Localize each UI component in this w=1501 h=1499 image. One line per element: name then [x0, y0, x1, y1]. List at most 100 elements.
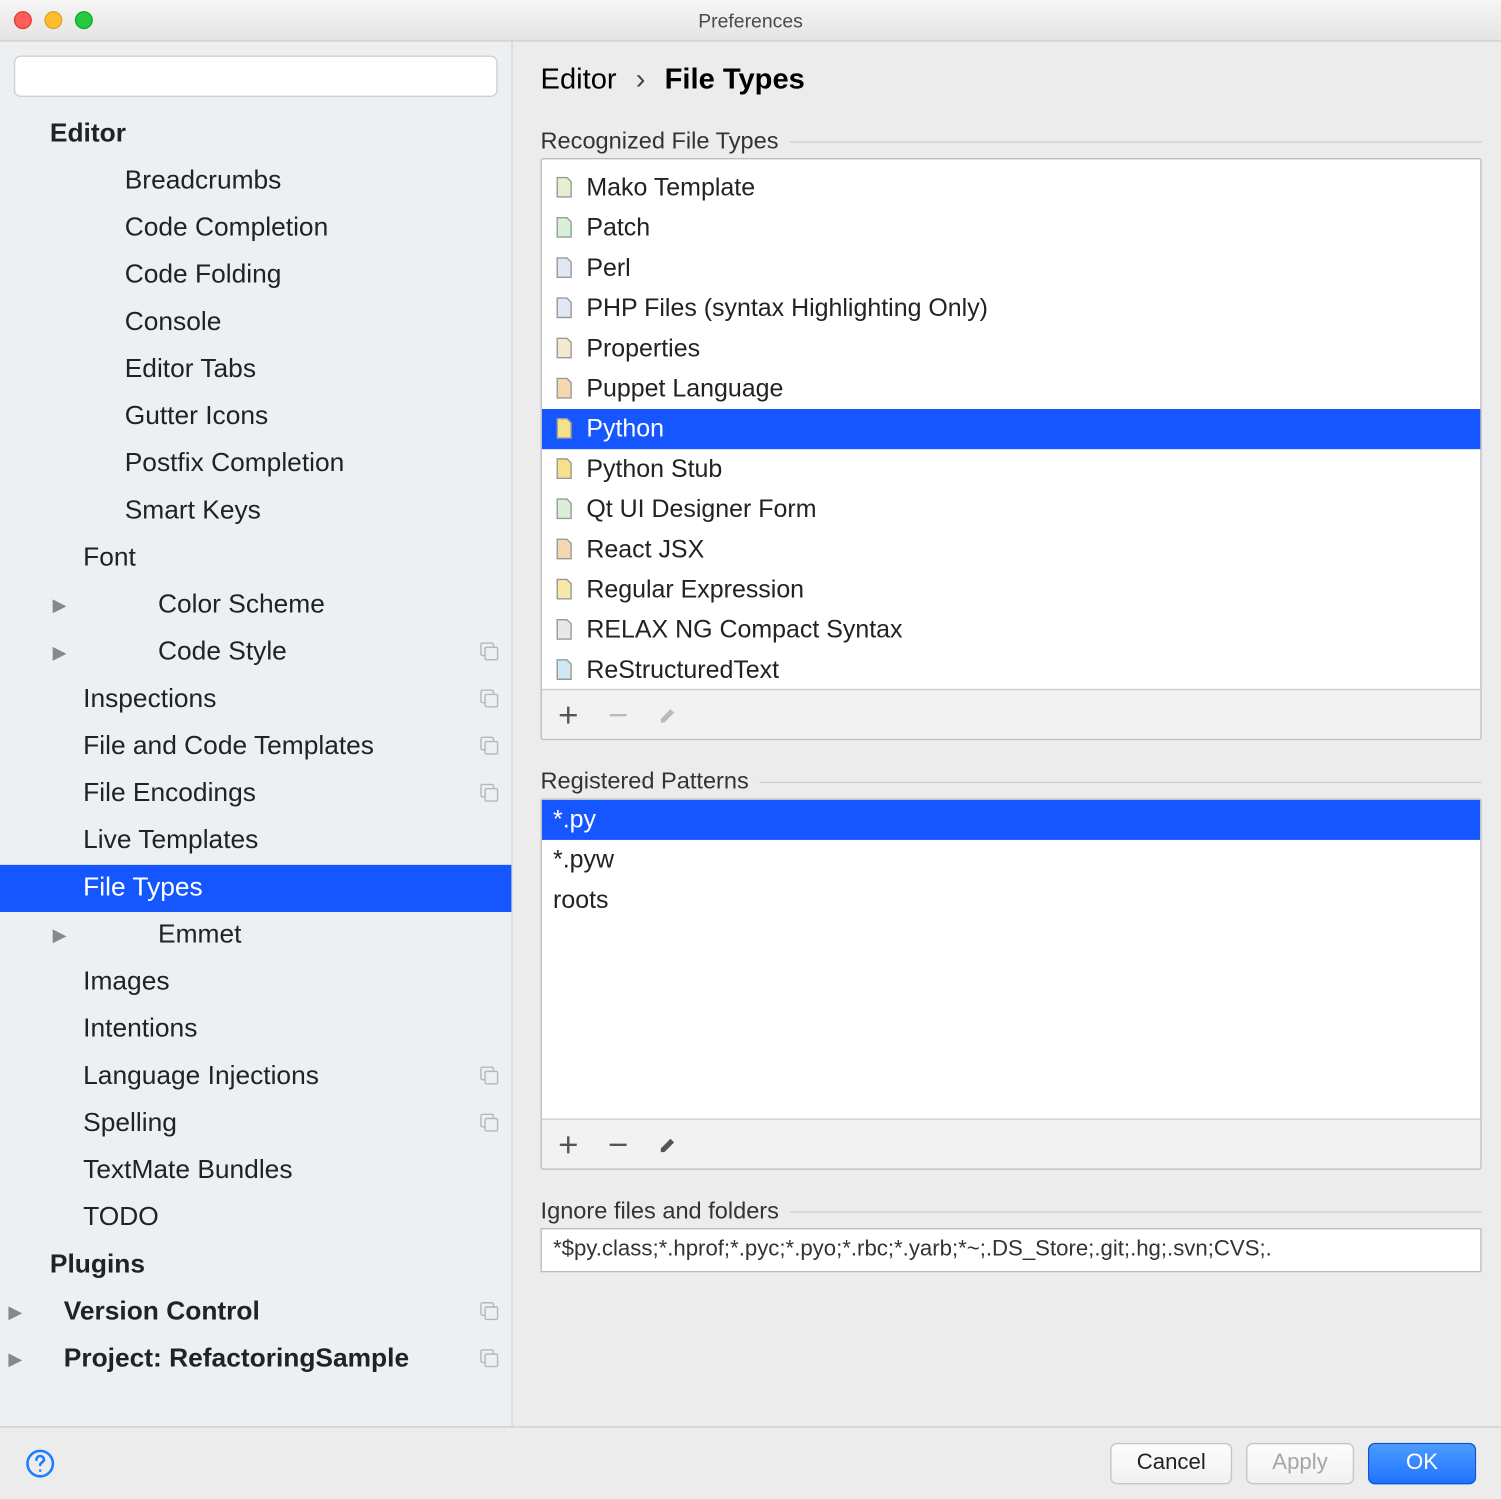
sidebar-item-label: Code Style [158, 638, 478, 668]
file-type-item[interactable]: Qt UI Designer Form [542, 489, 1480, 529]
ok-button[interactable]: OK [1368, 1442, 1476, 1484]
remove-pattern-button[interactable] [606, 1132, 631, 1157]
sidebar-item-plugins[interactable]: Plugins [0, 1242, 511, 1289]
file-type-label: PHP Files (syntax Highlighting Only) [586, 294, 988, 323]
file-type-item[interactable]: PHP Files (syntax Highlighting Only) [542, 288, 1480, 328]
sidebar-item-label: Inspections [83, 685, 478, 715]
sidebar-item-code-folding[interactable]: Code Folding [0, 252, 511, 299]
file-type-icon [553, 497, 578, 522]
sidebar-item-editor-tabs[interactable]: Editor Tabs [0, 347, 511, 394]
pattern-item[interactable]: *.py [542, 800, 1480, 840]
file-type-item[interactable]: Python [542, 409, 1480, 449]
sidebar-item-gutter-icons[interactable]: Gutter Icons [0, 394, 511, 441]
help-button[interactable] [25, 1448, 55, 1478]
file-type-label: Qt UI Designer Form [586, 495, 816, 524]
file-type-icon [553, 416, 578, 441]
sidebar-item-label: Version Control [64, 1297, 478, 1327]
breadcrumb: Editor › File Types [541, 64, 1482, 97]
sidebar-item-live-templates[interactable]: Live Templates [0, 818, 511, 865]
ignore-files-header: Ignore files and folders [541, 1198, 1482, 1226]
ignore-files-label: Ignore files and folders [541, 1198, 779, 1226]
file-type-item[interactable]: Mako Template [542, 168, 1480, 208]
expand-arrow-icon[interactable]: ▶ [44, 595, 74, 617]
sidebar-item-label: Editor [50, 119, 503, 149]
file-type-item[interactable]: Python Stub [542, 449, 1480, 489]
registered-patterns-list[interactable]: *.py*.pywroots [541, 798, 1482, 1169]
sidebar-item-spelling[interactable]: Spelling [0, 1100, 511, 1147]
file-type-label: Mako Template [586, 173, 755, 202]
edit-file-type-button[interactable] [656, 702, 681, 727]
registered-patterns-header: Registered Patterns [541, 768, 1482, 796]
expand-arrow-icon[interactable]: ▶ [44, 924, 74, 946]
expand-arrow-icon[interactable]: ▶ [44, 642, 74, 664]
file-type-icon [553, 256, 578, 281]
recognized-file-types-list[interactable]: Mako Template PatchPerl PHP Files (syntax … [541, 158, 1482, 740]
search-input[interactable] [14, 55, 498, 97]
sidebar-item-images[interactable]: Images [0, 959, 511, 1006]
sidebar-item-label: Code Completion [125, 213, 503, 243]
sidebar-item-label: Plugins [50, 1250, 503, 1280]
add-file-type-button[interactable] [556, 702, 581, 727]
sidebar-item-code-style[interactable]: ▶ Code Style [0, 629, 511, 676]
file-type-icon [553, 216, 578, 241]
file-type-item[interactable]: Properties [542, 328, 1480, 368]
sidebar-item-language-injections[interactable]: Language Injections [0, 1053, 511, 1100]
expand-arrow-icon[interactable]: ▶ [0, 1349, 30, 1371]
sidebar-item-breadcrumbs[interactable]: Breadcrumbs [0, 158, 511, 205]
sidebar-item-console[interactable]: Console [0, 299, 511, 346]
recognized-file-types-header: Recognized File Types [541, 128, 1482, 156]
project-scope-icon [478, 735, 503, 760]
sidebar-item-label: Spelling [83, 1109, 478, 1139]
sidebar-item-emmet[interactable]: ▶Emmet [0, 912, 511, 959]
sidebar-item-label: File Types [83, 873, 503, 903]
file-type-icon [553, 617, 578, 642]
sidebar-item-label: Editor Tabs [125, 355, 503, 385]
sidebar-item-textmate-bundles[interactable]: TextMate Bundles [0, 1148, 511, 1195]
sidebar-item-editor[interactable]: Editor [0, 111, 511, 158]
file-type-item[interactable]: Regular Expression [542, 570, 1480, 610]
sidebar-item-file-and-code-templates[interactable]: File and Code Templates [0, 723, 511, 770]
settings-tree[interactable]: Editor Breadcrumbs Code Completion Code Fol… [0, 105, 511, 1426]
sidebar-item-todo[interactable]: TODO [0, 1195, 511, 1242]
sidebar-item-project-refactoringsample[interactable]: ▶Project: RefactoringSample [0, 1336, 511, 1383]
project-scope-icon [478, 640, 503, 665]
sidebar-item-label: TODO [83, 1203, 503, 1233]
sidebar-item-smart-keys[interactable]: Smart Keys [0, 488, 511, 535]
sidebar-item-version-control[interactable]: ▶ Version Control [0, 1289, 511, 1336]
pattern-item[interactable]: roots [542, 880, 1480, 920]
apply-button[interactable]: Apply [1246, 1442, 1354, 1484]
breadcrumb-root[interactable]: Editor [541, 64, 617, 96]
pattern-item[interactable]: *.pyw [542, 840, 1480, 880]
file-type-label: Python [586, 414, 664, 443]
content: Editor Breadcrumbs Code Completion Code Fol… [0, 42, 1501, 1427]
sidebar-item-file-types[interactable]: File Types [0, 865, 511, 912]
sidebar-item-label: Language Injections [83, 1062, 478, 1092]
sidebar-item-postfix-completion[interactable]: Postfix Completion [0, 441, 511, 488]
sidebar-item-label: File Encodings [83, 779, 478, 809]
main-panel: Editor › File Types Recognized File Type… [513, 42, 1501, 1427]
cancel-button[interactable]: Cancel [1110, 1442, 1232, 1484]
edit-pattern-button[interactable] [656, 1132, 681, 1157]
ignore-files-input[interactable] [541, 1228, 1482, 1272]
breadcrumb-leaf: File Types [665, 64, 805, 96]
sidebar-item-label: Code Folding [125, 261, 503, 291]
file-type-item[interactable]: Patch [542, 208, 1480, 248]
file-type-item[interactable]: RELAX NG Compact Syntax [542, 610, 1480, 650]
file-type-label: Python Stub [586, 455, 722, 484]
file-type-item[interactable]: React JSX [542, 529, 1480, 569]
remove-file-type-button[interactable] [606, 702, 631, 727]
sidebar-item-font[interactable]: Font [0, 535, 511, 582]
expand-arrow-icon[interactable]: ▶ [0, 1301, 30, 1323]
sidebar-item-color-scheme[interactable]: ▶Color Scheme [0, 582, 511, 629]
file-type-item[interactable]: Puppet Language [542, 369, 1480, 409]
project-scope-icon [478, 1112, 503, 1137]
sidebar-item-code-completion[interactable]: Code Completion [0, 205, 511, 252]
file-type-icon [553, 577, 578, 602]
file-type-icon [553, 336, 578, 361]
sidebar-item-intentions[interactable]: Intentions [0, 1006, 511, 1053]
file-type-item[interactable]: Perl [542, 248, 1480, 288]
sidebar-item-file-encodings[interactable]: File Encodings [0, 771, 511, 818]
file-type-item[interactable]: ReStructuredText [542, 650, 1480, 689]
add-pattern-button[interactable] [556, 1132, 581, 1157]
sidebar-item-inspections[interactable]: Inspections [0, 676, 511, 723]
